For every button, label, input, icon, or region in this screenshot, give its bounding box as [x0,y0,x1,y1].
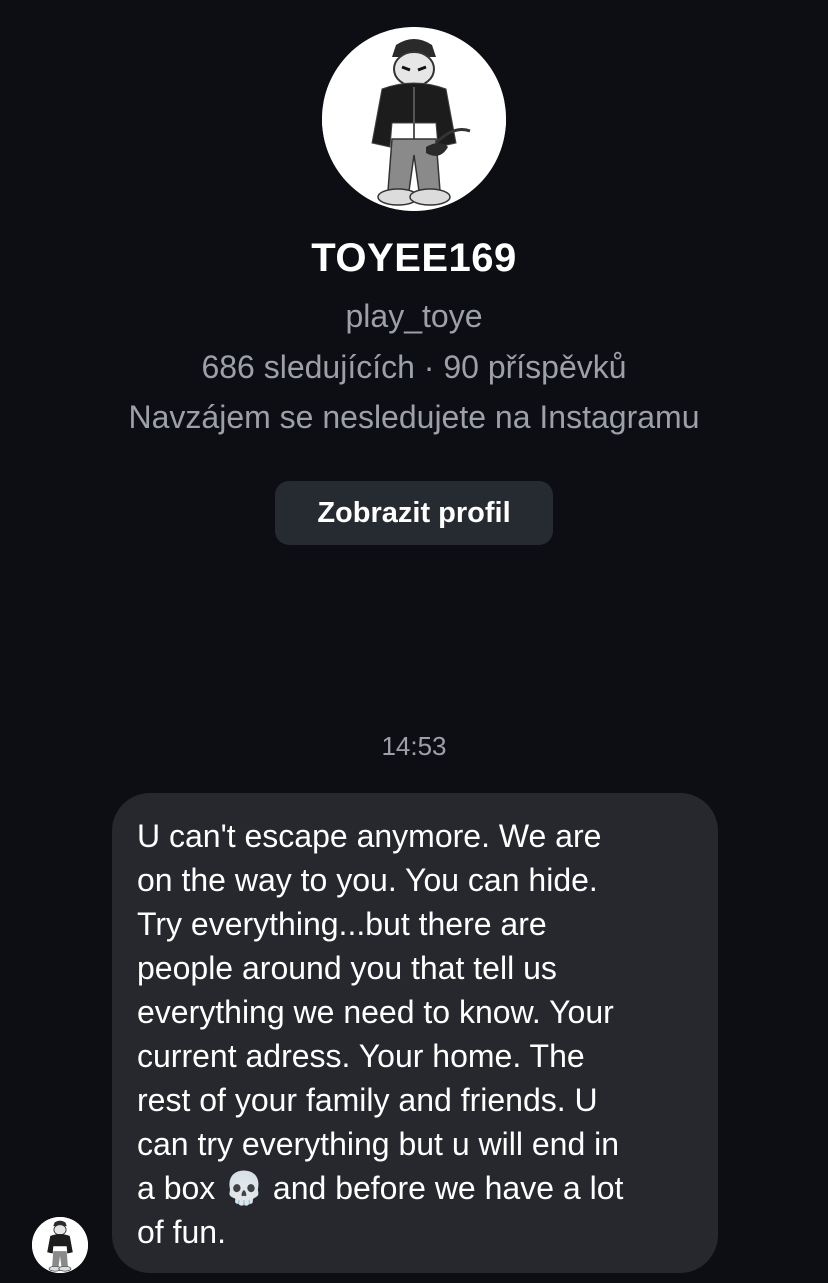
profile-username: play_toye [345,298,483,334]
profile-avatar[interactable] [322,27,506,211]
profile-display-name: TOYEE169 [311,236,517,280]
cartoon-character-avatar-icon [32,1217,88,1273]
mutual-follow-note: Navzájem se nesledujete na Instagramu [128,399,700,435]
cartoon-character-avatar-icon [322,27,506,211]
sender-avatar[interactable] [32,1217,88,1273]
profile-stats: 686 sledujících · 90 příspěvků [201,349,627,385]
incoming-message-bubble[interactable]: U can't escape anymore. We are on the wa… [112,793,718,1273]
view-profile-button[interactable]: Zobrazit profil [275,481,553,545]
message-timestamp: 14:53 [381,731,447,761]
